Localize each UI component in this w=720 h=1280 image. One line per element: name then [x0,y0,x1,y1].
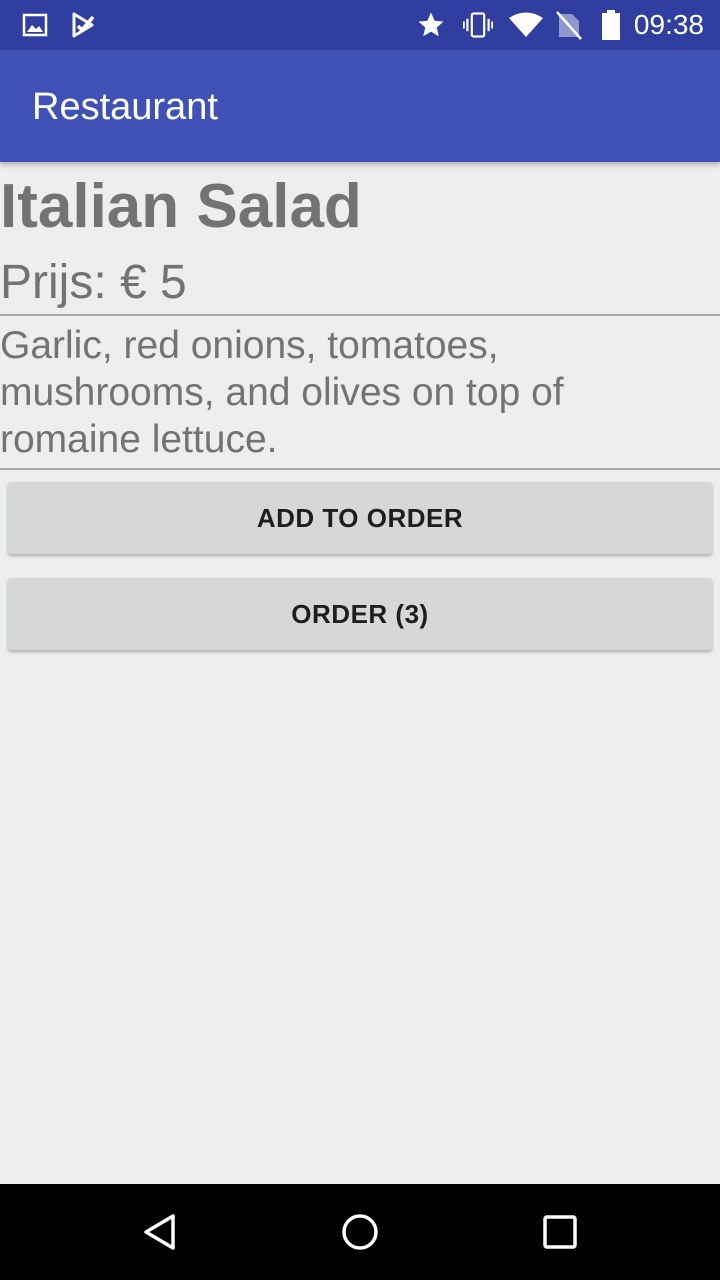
home-icon[interactable] [336,1208,384,1256]
divider [0,314,720,316]
dish-price: Prijs: € 5 [0,256,187,309]
status-time: 09:38 [633,9,704,40]
dish-description: Garlic, red onions, tomatoes, mushrooms,… [0,324,564,461]
back-icon[interactable] [136,1208,184,1256]
navigation-bar [0,1184,720,1280]
star-icon [416,10,446,40]
dish-name: Italian Salad [0,172,362,241]
divider [0,468,720,470]
battery-icon [596,10,626,40]
order-button[interactable]: ORDER (3) [8,578,712,650]
image-icon [20,10,50,40]
vibrate-icon [463,10,493,40]
wifi-icon [508,10,544,40]
status-bar: 09:38 [0,0,720,50]
app-bar: Restaurant [0,50,720,162]
no-sim-icon [554,10,584,40]
add-to-order-button[interactable]: ADD TO ORDER [8,482,712,554]
check-notification-icon [68,10,98,40]
screen: 09:38 Restaurant Italian Salad Prijs: € … [0,0,720,1280]
app-title: Restaurant [32,86,218,128]
recents-icon[interactable] [536,1208,584,1256]
